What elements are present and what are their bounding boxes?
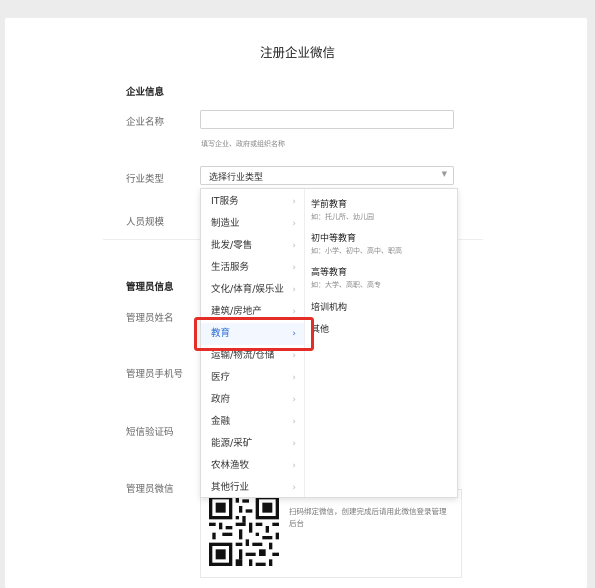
qr-code-image[interactable]	[209, 496, 279, 566]
industry-item-label: 金融	[211, 416, 231, 427]
industry-item-label: 医疗	[211, 372, 231, 383]
industry-item-medical[interactable]: 医疗 ›	[201, 367, 304, 389]
industry-item-label: 文化/体育/娱乐业	[211, 284, 284, 295]
industry-item-it[interactable]: IT服务 ›	[201, 191, 304, 213]
industry-item-label: 能源/采矿	[211, 438, 253, 449]
subcategory-title: 高等教育	[311, 268, 348, 278]
industry-item-agriculture[interactable]: 农林渔牧 ›	[201, 455, 304, 477]
chevron-right-icon: ›	[292, 417, 296, 427]
section-admin-info: 管理员信息	[126, 282, 174, 293]
industry-item-finance[interactable]: 金融 ›	[201, 411, 304, 433]
subcategory-preschool[interactable]: 学前教育 如：托儿所、幼儿园	[311, 197, 374, 222]
industry-item-manufacturing[interactable]: 制造业 ›	[201, 213, 304, 235]
chevron-right-icon: ›	[292, 461, 296, 471]
industry-item-energy[interactable]: 能源/采矿 ›	[201, 433, 304, 455]
industry-subcategory-list: 学前教育 如：托儿所、幼儿园 初中等教育 如：小学、初中、高中、职高 高等教育 …	[305, 189, 455, 497]
industry-select-value: 选择行业类型	[209, 173, 264, 183]
industry-item-life-services[interactable]: 生活服务 ›	[201, 257, 304, 279]
admin-wechat-label: 管理员微信	[126, 484, 174, 495]
subcategory-higher[interactable]: 高等教育 如：大学、高职、高专	[311, 265, 381, 290]
chevron-down-icon: ▼	[441, 170, 447, 178]
industry-item-label: 运输/物流/仓储	[211, 350, 275, 361]
subcategory-primary-secondary[interactable]: 初中等教育 如：小学、初中、高中、职高	[311, 231, 402, 256]
chevron-right-icon: ›	[292, 483, 296, 493]
industry-item-label: 农林渔牧	[211, 460, 250, 471]
admin-phone-label: 管理员手机号	[126, 369, 184, 380]
industry-item-other[interactable]: 其他行业 ›	[201, 477, 304, 499]
industry-item-culture[interactable]: 文化/体育/娱乐业 ›	[201, 279, 304, 301]
chevron-right-icon: ›	[292, 395, 296, 405]
chevron-right-icon: ›	[292, 197, 296, 207]
industry-item-label: 批发/零售	[211, 240, 253, 251]
subcategory-title: 初中等教育	[311, 234, 357, 244]
chevron-right-icon: ›	[292, 263, 296, 273]
industry-item-wholesale[interactable]: 批发/零售 ›	[201, 235, 304, 257]
industry-label: 行业类型	[126, 174, 165, 185]
subcategory-desc: 如：大学、高职、高专	[311, 281, 381, 289]
page-title: 注册企业微信	[259, 45, 335, 60]
industry-item-label: 建筑/房地产	[211, 306, 262, 317]
subcategory-title: 学前教育	[311, 200, 348, 210]
staff-size-label: 人员规模	[126, 217, 165, 228]
company-name-hint: 填写企业、政府或组织名称	[201, 140, 285, 148]
industry-item-label: 政府	[211, 394, 231, 405]
industry-item-government[interactable]: 政府 ›	[201, 389, 304, 411]
education-highlight-box	[194, 317, 314, 351]
industry-select[interactable]: 选择行业类型 ▼	[200, 166, 454, 185]
industry-item-label: 制造业	[211, 218, 240, 229]
industry-item-label: 其他行业	[211, 482, 250, 493]
chevron-right-icon: ›	[292, 373, 296, 383]
wechat-qr-panel: 扫码绑定微信，创建完成后请用此微信登录管理后台	[200, 489, 462, 578]
subcategory-desc: 如：小学、初中、高中、职高	[311, 247, 402, 255]
section-company-info: 企业信息	[126, 87, 165, 98]
subcategory-title: 培训机构	[311, 303, 348, 313]
chevron-right-icon: ›	[292, 285, 296, 295]
company-name-label: 企业名称	[126, 117, 165, 128]
chevron-right-icon: ›	[292, 439, 296, 449]
industry-item-label: IT服务	[211, 196, 239, 207]
qr-instruction-text: 扫码绑定微信，创建完成后请用此微信登录管理后台	[289, 507, 447, 528]
admin-name-label: 管理员姓名	[126, 313, 174, 324]
subcategory-desc: 如：托儿所、幼儿园	[311, 213, 374, 221]
chevron-right-icon: ›	[292, 219, 296, 229]
company-name-input[interactable]	[200, 110, 454, 129]
industry-item-label: 生活服务	[211, 262, 250, 273]
sms-code-label: 短信验证码	[126, 427, 174, 438]
subcategory-training[interactable]: 培训机构	[311, 300, 347, 313]
chevron-right-icon: ›	[292, 241, 296, 251]
